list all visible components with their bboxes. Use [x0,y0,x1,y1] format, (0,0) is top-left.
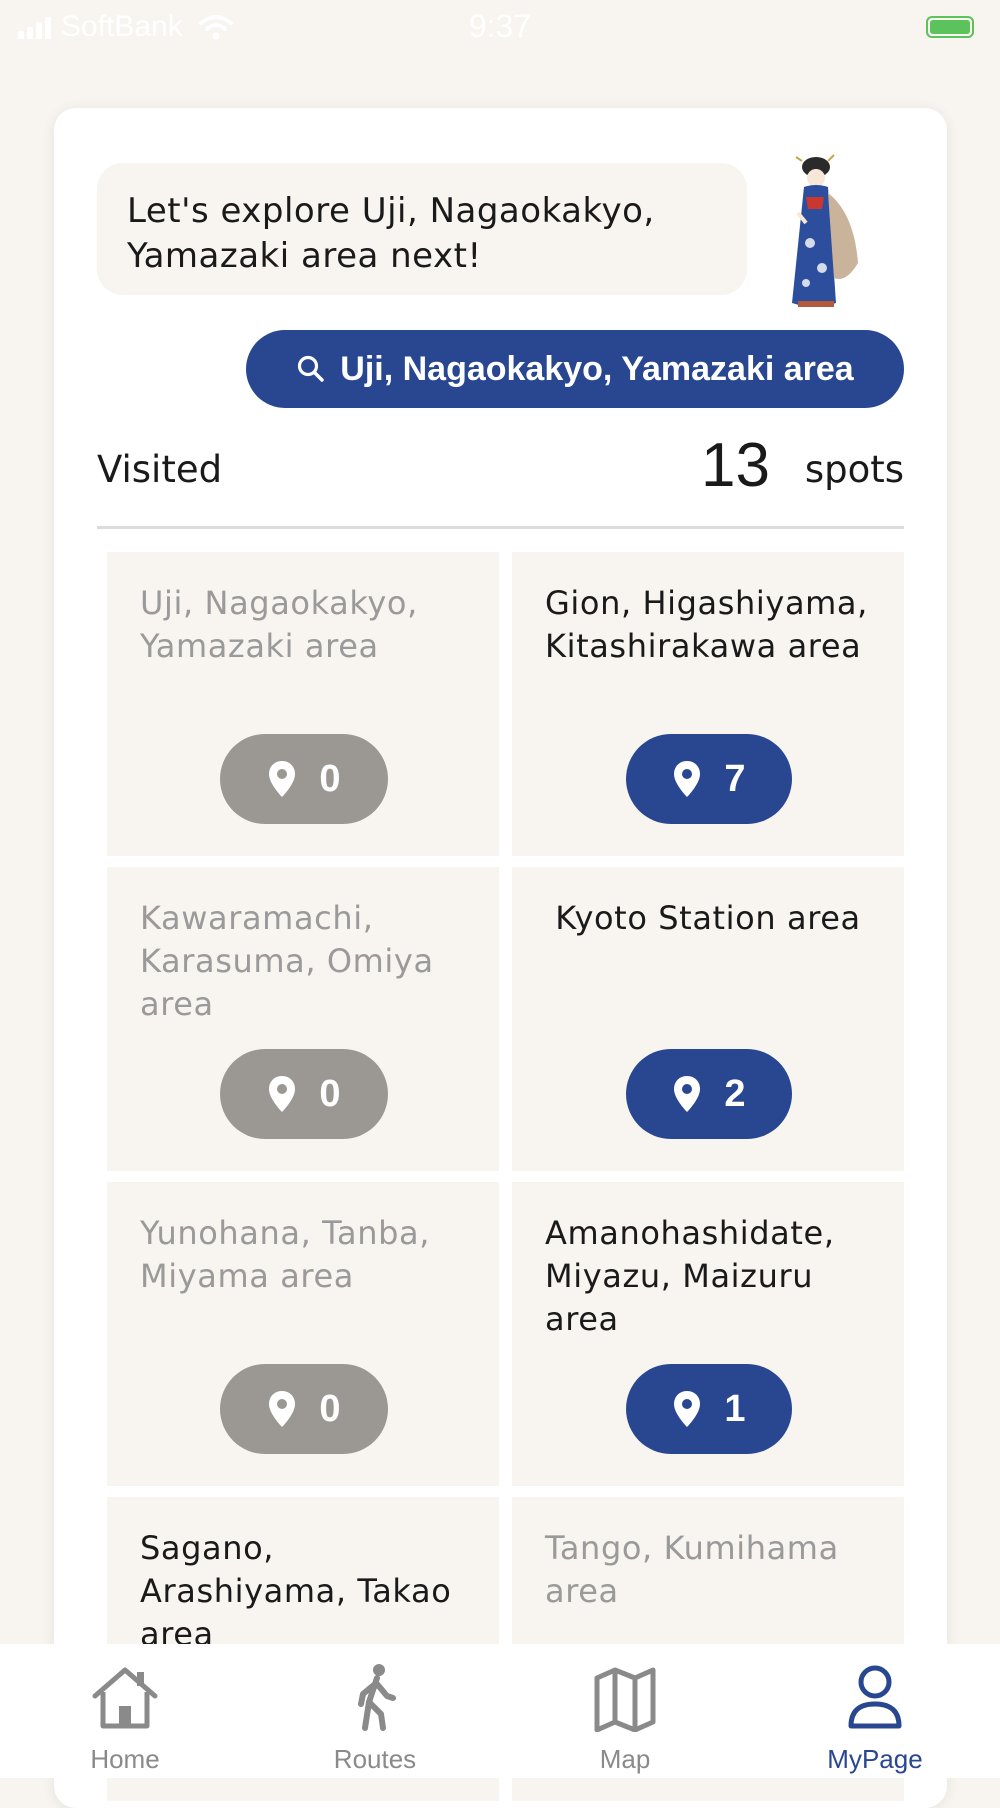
area-name: Sagano, Arashiyama, Takao area [140,1529,452,1653]
visited-count: 13 [701,431,770,500]
area-tile[interactable]: Kyoto Station area 2 [512,867,904,1171]
spot-count: 0 [319,1387,341,1430]
next-area-button[interactable]: Uji, Nagaokakyo, Yamazaki area [246,330,904,408]
spot-count-badge: 0 [220,1364,388,1454]
visited-summary: Visited 13 spots [97,430,904,520]
tab-map[interactable]: Map [500,1644,750,1778]
area-name: Uji, Nagaokakyo, Yamazaki area [140,584,418,665]
tab-home[interactable]: Home [0,1644,250,1778]
bubble-line-2: Yamazaki area next! [127,236,482,276]
spot-count-badge: 2 [626,1049,792,1139]
area-progress-card: Let's explore Uji, Nagaokakyo, Yamazaki … [54,108,947,1808]
location-pin-icon [269,1076,296,1112]
tab-map-label: Map [599,1744,651,1774]
spot-count: 0 [319,757,341,800]
area-tile[interactable]: Uji, Nagaokakyo, Yamazaki area 0 [107,552,499,856]
bubble-line-1: Let's explore Uji, Nagaokakyo, [127,191,655,231]
spot-count-badge: 1 [626,1364,792,1454]
search-icon [298,355,325,382]
tab-mypage-label: MyPage [827,1744,923,1774]
geisha-illustration [792,154,858,307]
tab-mypage[interactable]: MyPage [750,1644,1000,1778]
speech-bubble: Let's explore Uji, Nagaokakyo, Yamazaki … [97,163,747,295]
status-bar: SoftBank 9:37 [0,0,1000,56]
area-name: Tango, Kumihama area [545,1529,839,1610]
status-time: 9:37 [468,8,532,44]
tab-bar: Home Routes Map MyPage [0,1644,1000,1778]
location-pin-icon [269,1391,296,1427]
area-tile[interactable]: Gion, Higashiyama, Kitashirakawa area 7 [512,552,904,856]
walking-person-icon [358,1664,396,1731]
area-tile[interactable]: Yunohana, Tanba, Miyama area 0 [107,1182,499,1486]
location-pin-icon [674,1391,701,1427]
area-name: Gion, Higashiyama, Kitashirakawa area [545,584,868,665]
location-pin-icon [674,761,701,797]
divider [97,526,904,529]
tab-routes-label: Routes [333,1744,417,1774]
area-name: Yunohana, Tanba, Miyama area [140,1214,430,1295]
spot-count-badge: 7 [626,734,792,824]
location-pin-icon [269,761,296,797]
spot-count: 0 [319,1072,341,1115]
area-name: Amanohashidate, Miyazu, Maizuru area [545,1214,835,1338]
area-name: Kawaramachi, Karasuma, Omiya area [140,899,434,1023]
visited-label: Visited [97,448,223,491]
area-name: Kyoto Station area [555,899,861,937]
visited-unit: spots [804,448,904,491]
battery-icon [926,16,974,38]
area-tile[interactable]: Amanohashidate, Miyazu, Maizuru area 1 [512,1182,904,1486]
location-pin-icon [674,1076,701,1112]
spot-count: 1 [724,1387,746,1430]
map-icon [594,1667,656,1732]
spot-count-badge: 0 [220,734,388,824]
tab-home-label: Home [90,1744,160,1774]
area-tile[interactable]: Kawaramachi, Karasuma, Omiya area 0 [107,867,499,1171]
spot-count: 2 [724,1072,746,1115]
spot-count-badge: 0 [220,1049,388,1139]
spot-count: 7 [724,757,746,800]
next-area-label: Uji, Nagaokakyo, Yamazaki area [340,349,854,388]
person-icon [848,1665,902,1729]
tab-routes[interactable]: Routes [250,1644,500,1778]
home-icon [92,1667,158,1729]
